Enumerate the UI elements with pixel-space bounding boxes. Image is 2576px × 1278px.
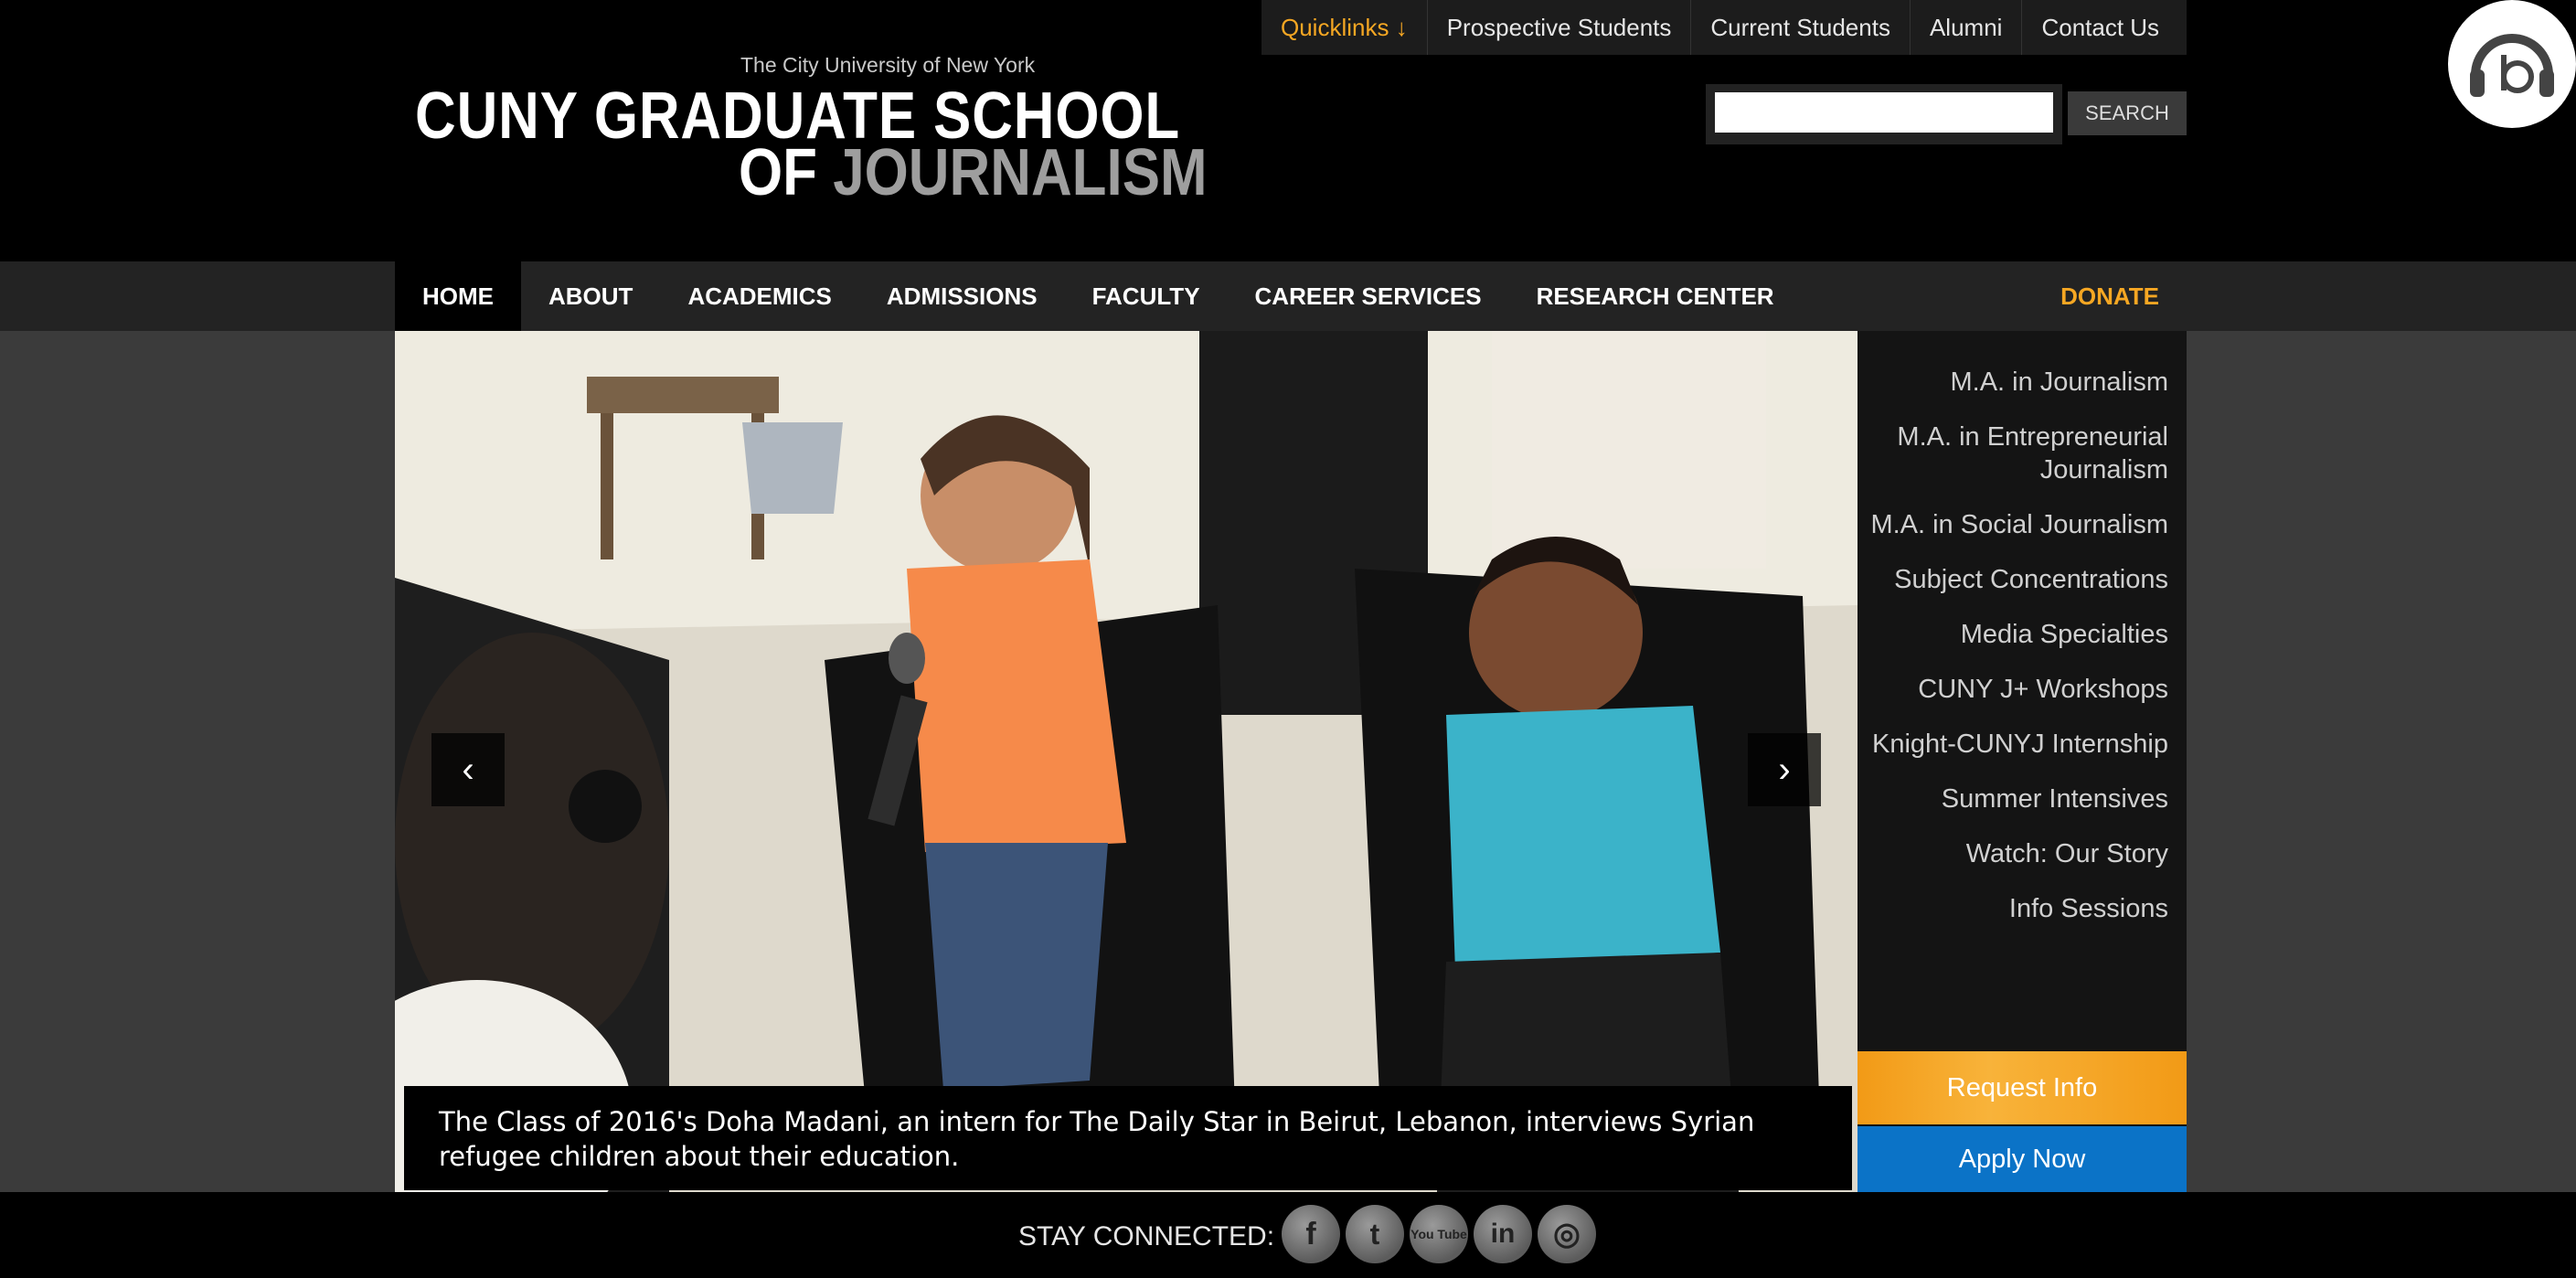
slide-caption: The Class of 2016's Doha Madani, an inte… (404, 1086, 1852, 1190)
stay-connected-label: STAY CONNECTED: (1018, 1221, 1275, 1251)
nav-academics[interactable]: ACADEMICS (660, 261, 858, 331)
site-logo[interactable]: The City University of New York CUNY GRA… (415, 51, 1208, 209)
facebook-icon[interactable]: f (1282, 1205, 1340, 1263)
sidebar-item-cuny-j-workshops[interactable]: CUNY J+ Workshops (1857, 673, 2168, 706)
link-alumni[interactable]: Alumni (1911, 0, 2023, 55)
search-button[interactable]: SEARCH (2068, 91, 2187, 135)
twitter-icon[interactable]: t (1346, 1205, 1404, 1263)
nav-admissions[interactable]: ADMISSIONS (859, 261, 1065, 331)
instagram-icon[interactable]: ◎ (1538, 1205, 1596, 1263)
slideshow-prev-button[interactable]: ‹ (431, 733, 505, 806)
hero-slideshow: ‹ › The Class of 2016's Doha Madani, an … (395, 331, 1857, 1192)
program-list: M.A. in Journalism M.A. in Entrepreneuri… (1857, 366, 2168, 947)
nav-home[interactable]: HOME (395, 261, 521, 331)
utility-links: Quicklinks ↓ Prospective Students Curren… (1261, 0, 2187, 55)
audio-widget-button[interactable] (2448, 0, 2576, 128)
slideshow-next-button[interactable]: › (1748, 733, 1821, 806)
link-prospective-students[interactable]: Prospective Students (1428, 0, 1692, 55)
nav-faculty[interactable]: FACULTY (1065, 261, 1228, 331)
link-contact-us[interactable]: Contact Us (2022, 0, 2178, 55)
request-info-button[interactable]: Request Info (1857, 1051, 2187, 1124)
sidebar-item-ma-journalism[interactable]: M.A. in Journalism (1857, 366, 2168, 399)
logo-line-2: OF JOURNALISM (739, 135, 1208, 210)
chevron-left-icon: ‹ (462, 749, 474, 790)
search-input[interactable] (1715, 92, 2053, 133)
apply-now-button[interactable]: Apply Now (1857, 1126, 2187, 1192)
sidebar-item-knight-internship[interactable]: Knight-CUNYJ Internship (1857, 728, 2168, 761)
linkedin-icon[interactable]: in (1474, 1205, 1532, 1263)
sidebar-item-our-story[interactable]: Watch: Our Story (1857, 837, 2168, 870)
sidebar-item-subject-concentrations[interactable]: Subject Concentrations (1857, 563, 2168, 596)
quicklinks-dropdown[interactable]: Quicklinks ↓ (1261, 0, 1428, 55)
main-nav: HOME ABOUT ACADEMICS ADMISSIONS FACULTY … (395, 261, 2187, 331)
nav-career-services[interactable]: CAREER SERVICES (1228, 261, 1509, 331)
sidebar-item-info-sessions[interactable]: Info Sessions (1857, 892, 2168, 925)
sidebar-item-summer-intensives[interactable]: Summer Intensives (1857, 783, 2168, 815)
hero-photo (395, 331, 1857, 1192)
nav-donate[interactable]: DONATE (2060, 261, 2159, 331)
headphones-icon (2470, 34, 2554, 97)
logo-kicker: The City University of New York (740, 53, 1036, 77)
chevron-right-icon: › (1778, 749, 1791, 790)
sidebar-item-media-specialties[interactable]: Media Specialties (1857, 618, 2168, 651)
nav-about[interactable]: ABOUT (521, 261, 660, 331)
youtube-icon[interactable]: You Tube (1410, 1205, 1468, 1263)
logo-word-journalism: JOURNALISM (833, 136, 1208, 209)
logo-word-of: OF (739, 136, 834, 209)
sidebar-item-ma-entrepreneurial[interactable]: M.A. in Entrepreneurial Journalism (1857, 421, 2168, 486)
search-box (1706, 84, 2062, 144)
nav-research-center[interactable]: RESEARCH CENTER (1509, 261, 1802, 331)
link-current-students[interactable]: Current Students (1691, 0, 1911, 55)
sidebar-item-ma-social[interactable]: M.A. in Social Journalism (1857, 508, 2168, 541)
